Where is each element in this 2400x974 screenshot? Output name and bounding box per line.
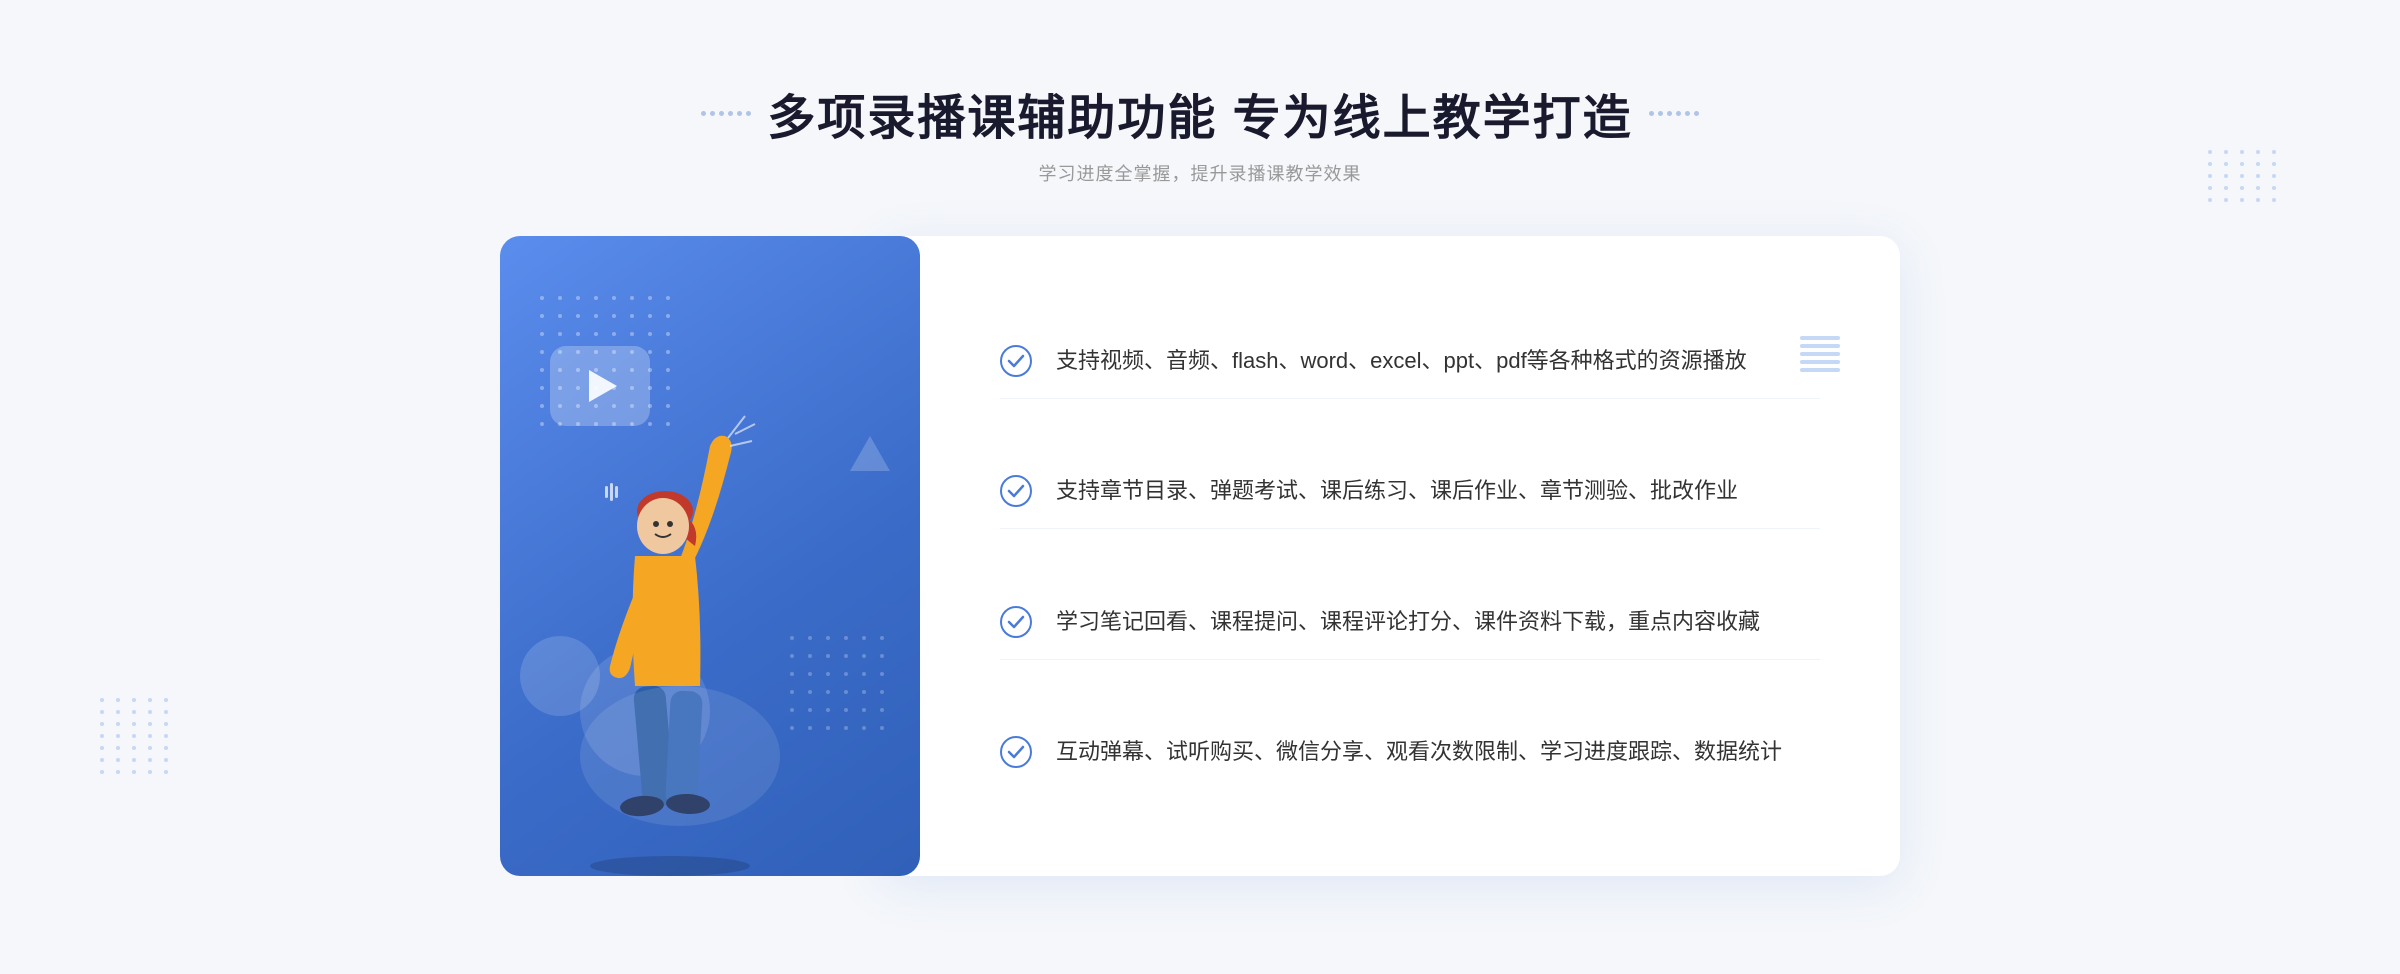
feature-item-3: 学习笔记回看、课程提问、课程评论打分、课件资料下载，重点内容收藏: [1000, 584, 1820, 660]
check-icon-4: [1000, 736, 1032, 768]
feature-item-1: 支持视频、音频、flash、word、excel、ppt、pdf等各种格式的资源…: [1000, 323, 1820, 399]
main-title: 多项录播课辅助功能 专为线上教学打造: [767, 78, 1632, 148]
feature-text-1: 支持视频、音频、flash、word、excel、ppt、pdf等各种格式的资源…: [1056, 343, 1747, 378]
decorator-dots-left: [701, 111, 751, 116]
header-decorators: 多项录播课辅助功能 专为线上教学打造: [701, 78, 1698, 148]
check-icon-3: [1000, 606, 1032, 638]
page-wrapper: 多项录播课辅助功能 专为线上教学打造 学习进度全掌握，提升录播课教学效果 »: [0, 0, 2400, 974]
header-section: 多项录播课辅助功能 专为线上教学打造 学习进度全掌握，提升录播课教学效果: [701, 78, 1698, 186]
illustration-card: [500, 236, 920, 876]
page-dots-right: [2208, 150, 2280, 202]
content-card: 支持视频、音频、flash、word、excel、ppt、pdf等各种格式的资源…: [880, 236, 1900, 876]
content-area: »: [500, 236, 1900, 876]
triangle-decor: [850, 436, 890, 471]
decorator-dots-right: [1649, 111, 1699, 116]
stripe-decor: [1800, 336, 1840, 372]
feature-text-3: 学习笔记回看、课程提问、课程评论打分、课件资料下载，重点内容收藏: [1056, 604, 1760, 639]
check-icon-2: [1000, 475, 1032, 507]
feature-item-4: 互动弹幕、试听购买、微信分享、观看次数限制、学习进度跟踪、数据统计: [1000, 714, 1820, 789]
feature-text-2: 支持章节目录、弹题考试、课后练习、课后作业、章节测验、批改作业: [1056, 473, 1738, 508]
feature-item-2: 支持章节目录、弹题考试、课后练习、课后作业、章节测验、批改作业: [1000, 453, 1820, 529]
feature-text-4: 互动弹幕、试听购买、微信分享、观看次数限制、学习进度跟踪、数据统计: [1056, 734, 1782, 769]
subtitle: 学习进度全掌握，提升录播课教学效果: [701, 160, 1698, 186]
person-illustration: [530, 356, 810, 876]
page-dots-left: [100, 698, 172, 774]
check-icon-1: [1000, 345, 1032, 377]
